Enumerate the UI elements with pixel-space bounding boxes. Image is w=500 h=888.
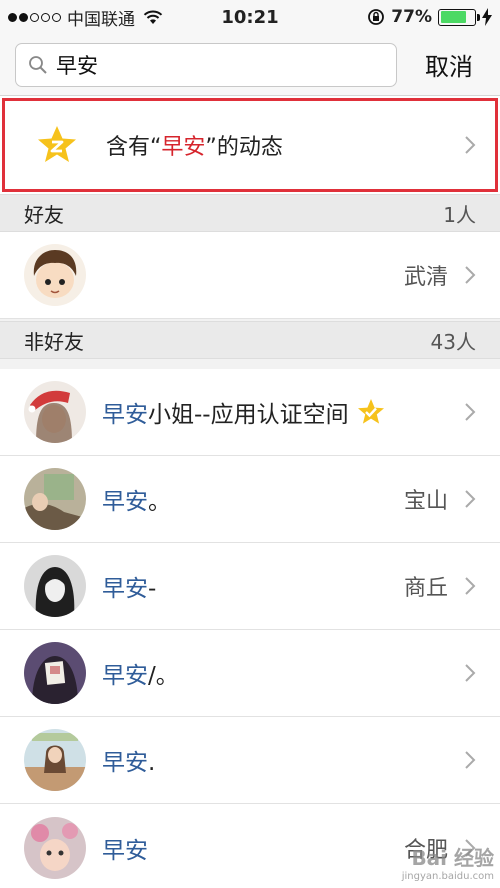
signal-strength-icon	[8, 12, 61, 22]
verified-star-icon	[357, 399, 384, 424]
name-rest: 小姐--应用认证空间	[148, 402, 349, 428]
person-name: 早安/。	[102, 656, 179, 690]
section-title: 非好友	[24, 329, 84, 354]
chevron-right-icon	[465, 403, 476, 421]
list-item[interactable]: 早安/。	[0, 630, 500, 717]
person-name: 早安。	[102, 482, 171, 516]
moments-label: 含有“早安”的动态	[106, 129, 283, 161]
list-item[interactable]: 早安.	[0, 717, 500, 804]
name-rest: /。	[148, 663, 179, 689]
watermark: Bai 经验 jingyan.baidu.com	[402, 842, 494, 882]
name-match: 早安	[102, 402, 148, 428]
section-count: 1人	[443, 202, 476, 227]
rotation-lock-icon	[368, 9, 385, 25]
moments-suffix: ”的动态	[205, 135, 283, 160]
chevron-right-icon	[465, 136, 476, 154]
search-bar: 早安 取消	[0, 34, 500, 96]
person-name: 早安-	[102, 569, 156, 603]
moments-prefix: 含有“	[106, 135, 162, 160]
watermark-url: jingyan.baidu.com	[401, 871, 494, 882]
avatar	[24, 555, 86, 617]
list-item[interactable]: 武清	[0, 232, 500, 319]
moments-keyword: 早安	[161, 135, 206, 160]
person-location: 宝山	[403, 489, 448, 514]
name-match: 早安	[102, 837, 148, 864]
star-badge-icon	[38, 126, 76, 162]
chevron-right-icon	[465, 577, 476, 595]
avatar	[24, 729, 86, 791]
section-title: 好友	[24, 202, 64, 227]
avatar	[24, 244, 86, 306]
name-match: 早安	[102, 663, 148, 689]
wifi-icon	[143, 10, 163, 24]
search-query: 早安	[56, 53, 98, 78]
name-rest: -	[148, 576, 157, 602]
charging-bolt-icon	[482, 8, 492, 26]
person-location: 商丘	[403, 576, 448, 601]
name-match: 早安	[102, 750, 148, 776]
chevron-right-icon	[465, 490, 476, 508]
name-match: 早安	[102, 489, 148, 515]
section-count: 43人	[430, 329, 476, 354]
avatar	[24, 381, 86, 443]
avatar	[24, 468, 86, 530]
list-item[interactable]: 早安小姐--应用认证空间	[0, 369, 500, 456]
chevron-right-icon	[465, 266, 476, 284]
status-bar: 中国联通 10:21 77%	[0, 0, 500, 34]
battery-percent: 77%	[391, 7, 432, 27]
friends-section-header: 好友 1人	[0, 194, 500, 232]
battery-icon	[438, 8, 480, 26]
chevron-right-icon	[465, 664, 476, 682]
avatar	[24, 816, 86, 879]
cancel-button[interactable]: 取消	[425, 47, 485, 82]
watermark-title: Bai 经验	[411, 846, 494, 870]
name-rest: .	[148, 750, 156, 776]
person-name: 早安小姐--应用认证空间	[102, 395, 349, 429]
name-match: 早安	[102, 576, 148, 602]
name-rest: 。	[148, 489, 171, 515]
list-item[interactable]: 早安。 宝山	[0, 456, 500, 543]
moments-search-row[interactable]: 含有“早安”的动态	[0, 96, 500, 194]
person-location: 武清	[403, 265, 448, 290]
carrier-name: 中国联通	[67, 9, 135, 30]
list-item[interactable]: 早安- 商丘	[0, 543, 500, 630]
avatar	[24, 642, 86, 704]
person-name: 早安	[102, 831, 148, 865]
person-name: 早安.	[102, 743, 155, 777]
search-input[interactable]: 早安	[15, 42, 397, 87]
chevron-right-icon	[465, 751, 476, 769]
search-icon	[29, 55, 47, 74]
nonfriends-section-header: 非好友 43人	[0, 321, 500, 359]
